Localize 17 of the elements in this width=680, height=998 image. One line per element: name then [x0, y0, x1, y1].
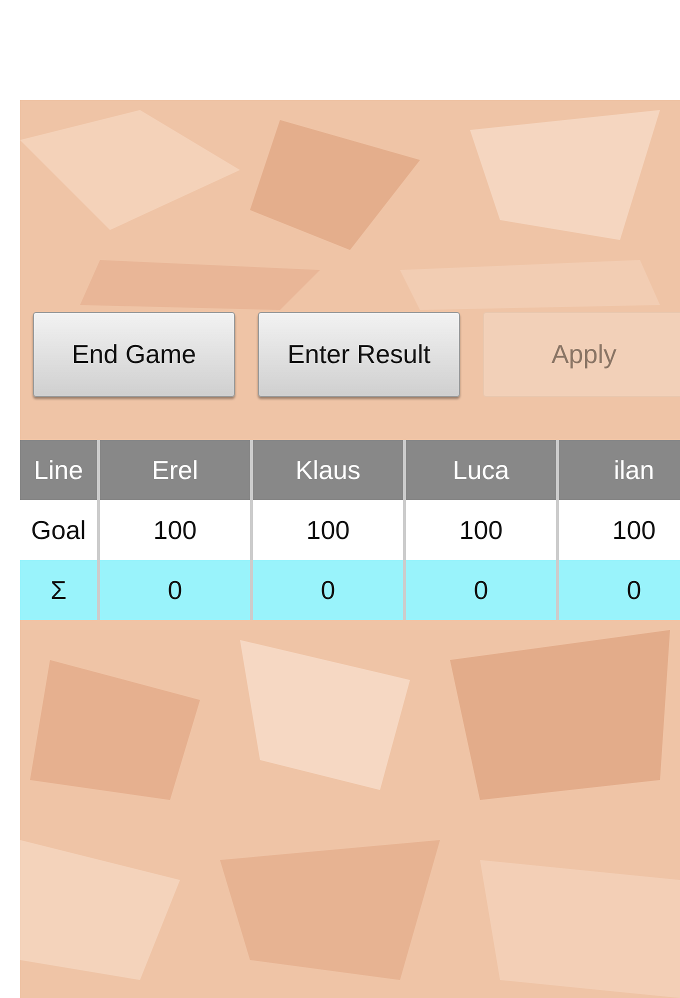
- column-header: Erel: [100, 440, 250, 500]
- column-header: Klaus: [253, 440, 403, 500]
- column-header: Luca: [406, 440, 556, 500]
- column-header: Line: [20, 440, 97, 500]
- action-button[interactable]: Enter Result: [258, 312, 460, 397]
- table-cell: 0: [253, 560, 403, 620]
- table-cell: 0: [559, 560, 680, 620]
- table-cell: Σ: [20, 560, 97, 620]
- table-cell: 100: [100, 500, 250, 560]
- table-cell: 100: [253, 500, 403, 560]
- table-cell: 100: [559, 500, 680, 560]
- table-cell: Goal: [20, 500, 97, 560]
- table-cell: 100: [406, 500, 556, 560]
- table-cell: 0: [406, 560, 556, 620]
- action-button[interactable]: End Game: [33, 312, 235, 397]
- column-header: ilan: [559, 440, 680, 500]
- table-cell: 0: [100, 560, 250, 620]
